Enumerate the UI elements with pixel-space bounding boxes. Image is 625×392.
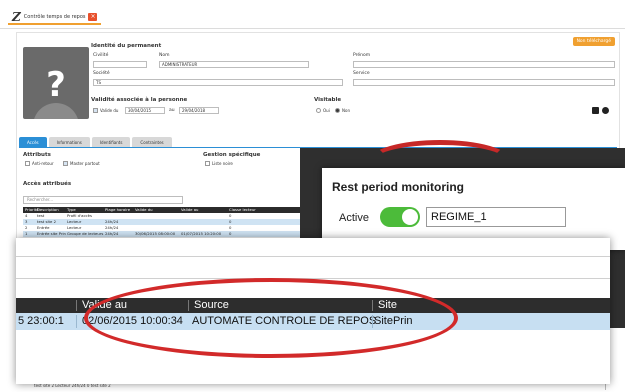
antiretour-checkbox[interactable]: Anti-retour — [25, 161, 54, 166]
attributes-title: Attributs — [23, 152, 51, 158]
table-cell: 1 — [25, 231, 28, 236]
table-cell: 0 — [229, 231, 232, 236]
active-toggle[interactable] — [380, 207, 420, 227]
radio-icon — [335, 108, 340, 113]
app-tab[interactable]: Z Contrôle temps de repos × — [8, 10, 102, 25]
visitable-oui-radio[interactable]: Oui — [316, 108, 330, 113]
nom-label: Nom — [159, 53, 170, 58]
toolbar-icons — [592, 107, 609, 114]
table-cell: 24h/24 — [105, 231, 119, 236]
download-status-badge: Non téléchargé — [572, 37, 615, 46]
liste-noire-checkbox[interactable]: Liste noire — [205, 161, 233, 166]
regime-input[interactable]: REGIME_1 — [426, 207, 566, 227]
question-mark-icon: ? — [46, 65, 66, 105]
z-logo-icon: Z — [12, 10, 21, 24]
people-icon[interactable] — [602, 107, 609, 114]
nom-field[interactable]: ADMINISTRATEUR — [159, 61, 309, 68]
valid-from-date[interactable]: 30/04/2015 — [125, 107, 165, 114]
zoomed-table-callout: Valide au Source Site 5 23:00:1 02/06/20… — [16, 238, 610, 384]
visitable-non-radio[interactable]: Non — [335, 108, 350, 113]
to-label: au — [169, 108, 175, 113]
red-highlight-ellipse — [84, 278, 458, 358]
table-cell: Entrée site Prin — [37, 231, 66, 236]
societe-label: Société — [93, 71, 110, 76]
access-title: Accès attribués — [23, 181, 72, 187]
service-field[interactable] — [353, 79, 615, 86]
gestion-title: Gestion spécifique — [203, 152, 261, 158]
master-checkbox[interactable]: Master partout — [63, 161, 100, 166]
checkbox-icon — [205, 161, 210, 166]
non-label: Non — [342, 108, 350, 113]
valide-du-cell: 5 23:00:1 — [18, 315, 64, 327]
valid-to-date[interactable]: 29/04/2018 — [179, 107, 219, 114]
rest-period-title: Rest period monitoring — [332, 180, 464, 194]
prenom-label: Prénom — [353, 53, 371, 58]
active-label: Active — [339, 212, 369, 224]
antiretour-label: Anti-retour — [32, 161, 54, 166]
civilite-label: Civilité — [93, 53, 109, 58]
validity-section-title: Validité associée à la personne — [91, 97, 188, 103]
liste-noire-label: Liste noire — [212, 161, 233, 166]
table-row[interactable]: 1 Entrée site Prin Groupe de lecteurs 24… — [23, 231, 313, 237]
societe-field[interactable]: TS — [93, 79, 343, 86]
app-tab-bar: Z Contrôle temps de repos × — [8, 8, 102, 28]
app-tab-title: Contrôle temps de repos — [23, 14, 86, 20]
table-cell: 30/06/2015 08:00:00 — [135, 231, 176, 236]
table-cell: Groupe de lecteurs — [67, 231, 104, 236]
radio-icon — [316, 108, 321, 113]
oui-label: Oui — [323, 108, 330, 113]
checkbox-icon — [25, 161, 30, 166]
divider — [0, 28, 625, 29]
save-icon[interactable] — [592, 107, 599, 114]
master-label: Master partout — [70, 161, 100, 166]
column-separator — [76, 300, 77, 311]
civilite-field[interactable] — [93, 61, 147, 68]
close-tab-icon[interactable]: × — [88, 13, 98, 21]
avatar-silhouette — [33, 103, 79, 119]
valid-from-checkbox[interactable]: Valide du — [93, 108, 118, 113]
prenom-field[interactable] — [353, 61, 615, 68]
checkbox-icon — [93, 108, 98, 113]
checkbox-icon — [63, 161, 68, 166]
toggle-knob — [402, 209, 418, 225]
access-search-input[interactable]: Rechercher... — [23, 196, 183, 204]
table-cell: 01/07/2015 10:20:00 — [181, 231, 222, 236]
application-window: Z Contrôle temps de repos × Non téléchar… — [0, 0, 625, 392]
visitable-section-title: Visitable — [314, 97, 342, 103]
identity-section-title: Identité du permanent — [91, 43, 162, 49]
valid-from-label: Valide du — [100, 108, 119, 113]
column-separator — [76, 315, 77, 328]
divider — [16, 256, 610, 257]
service-label: Service — [353, 71, 370, 76]
avatar-placeholder[interactable]: ? — [23, 47, 89, 119]
